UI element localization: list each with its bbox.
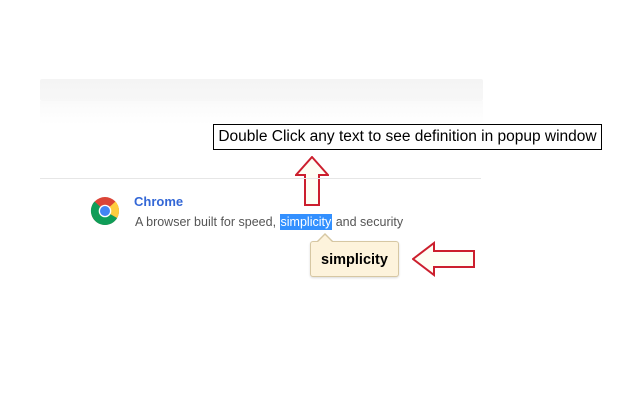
search-bar-placeholder (40, 79, 483, 101)
arrow-up-icon (295, 156, 329, 206)
definition-popup[interactable]: simplicity (310, 241, 399, 277)
arrow-left-icon (412, 241, 475, 277)
description-text-after: and security (332, 215, 404, 229)
popup-pointer-fill (318, 235, 332, 242)
chrome-logo-icon (90, 197, 120, 225)
screenshot-stage: Double Click any text to see definition … (0, 0, 640, 400)
result-title-link[interactable]: Chrome (134, 193, 183, 211)
selected-word-highlight[interactable]: simplicity (279, 214, 333, 230)
search-bar-shadow (40, 101, 483, 125)
result-description: A browser built for speed, simplicity an… (135, 213, 403, 231)
instruction-callout: Double Click any text to see definition … (213, 124, 602, 150)
section-divider (40, 178, 481, 179)
description-text-before: A browser built for speed, (135, 215, 280, 229)
